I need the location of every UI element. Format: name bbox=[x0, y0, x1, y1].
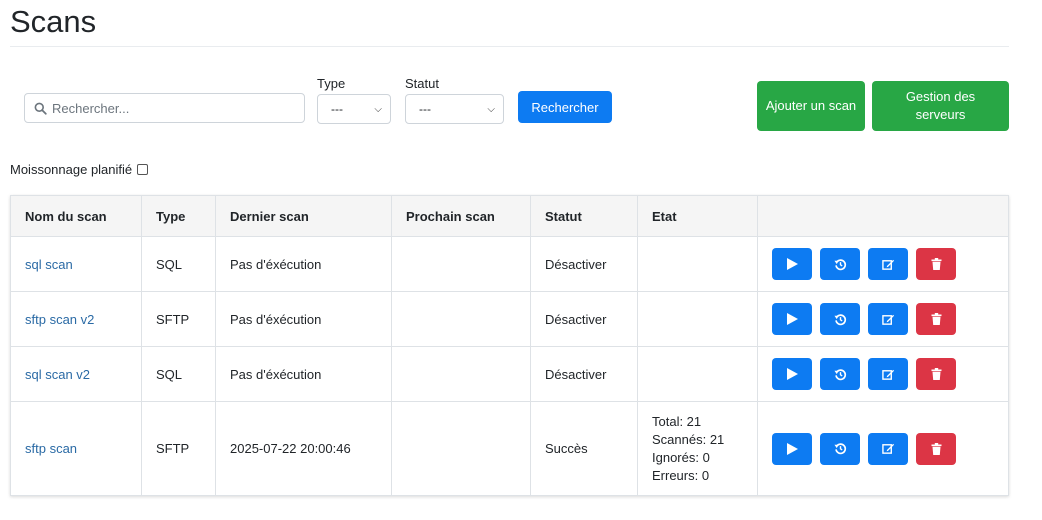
edit-icon bbox=[881, 369, 894, 380]
scan-next-run bbox=[391, 346, 531, 402]
scan-name-link[interactable]: sftp scan bbox=[25, 441, 77, 456]
scan-state bbox=[637, 346, 758, 402]
scan-type: SQL bbox=[141, 346, 216, 402]
status-filter-label: Statut bbox=[405, 76, 439, 91]
status-filter-value: --- bbox=[419, 102, 431, 116]
search-button[interactable]: Rechercher bbox=[518, 91, 612, 123]
scan-state bbox=[637, 236, 758, 292]
planned-harvest-toggle: Moissonnage planifié bbox=[10, 162, 149, 177]
table-row: sftp scan SFTP 2025-07-22 20:00:46 Succè… bbox=[10, 401, 1009, 496]
header-name: Nom du scan bbox=[10, 195, 142, 237]
history-icon bbox=[833, 258, 846, 270]
scan-next-run bbox=[391, 236, 531, 292]
header-actions bbox=[757, 195, 1009, 237]
type-filter-select[interactable]: --- ⌵ bbox=[317, 94, 391, 124]
state-ignored: Ignorés: 0 bbox=[652, 449, 710, 465]
title-divider bbox=[10, 46, 1009, 47]
play-icon bbox=[786, 442, 798, 455]
header-status: Statut bbox=[530, 195, 638, 237]
play-icon bbox=[786, 258, 798, 270]
delete-scan-button[interactable] bbox=[916, 248, 956, 280]
run-scan-button[interactable] bbox=[772, 303, 812, 335]
state-errors: Erreurs: 0 bbox=[652, 467, 710, 483]
scans-table: Nom du scan Type Dernier scan Prochain s… bbox=[10, 195, 1009, 496]
history-icon bbox=[833, 313, 846, 325]
state-total: Total: 21 bbox=[652, 413, 702, 429]
run-scan-button[interactable] bbox=[772, 358, 812, 390]
edit-scan-button[interactable] bbox=[868, 432, 908, 465]
edit-icon bbox=[881, 259, 894, 270]
scan-status: Succès bbox=[530, 401, 638, 496]
type-filter-value: --- bbox=[331, 102, 343, 116]
planned-harvest-label: Moissonnage planifié bbox=[10, 162, 133, 177]
delete-scan-button[interactable] bbox=[916, 432, 956, 465]
play-icon bbox=[786, 368, 798, 380]
type-filter-label: Type bbox=[317, 76, 346, 91]
delete-scan-button[interactable] bbox=[916, 303, 956, 335]
history-icon bbox=[833, 443, 846, 455]
scan-status: Désactiver bbox=[530, 346, 638, 402]
table-row: sftp scan v2 SFTP Pas d'éxécution Désact… bbox=[10, 291, 1009, 347]
scan-name-link[interactable]: sql scan v2 bbox=[25, 367, 90, 382]
scan-status: Désactiver bbox=[530, 236, 638, 292]
table-row: sql scan SQL Pas d'éxécution Désactiver bbox=[10, 236, 1009, 292]
edit-scan-button[interactable] bbox=[868, 248, 908, 280]
trash-icon bbox=[931, 313, 941, 325]
edit-icon bbox=[881, 443, 894, 454]
table-row: sql scan v2 SQL Pas d'éxécution Désactiv… bbox=[10, 346, 1009, 402]
trash-icon bbox=[931, 442, 941, 455]
scan-name-link[interactable]: sql scan bbox=[25, 257, 73, 272]
scan-name-link[interactable]: sftp scan v2 bbox=[25, 312, 94, 327]
scan-last-run: Pas d'éxécution bbox=[215, 291, 392, 347]
planned-harvest-checkbox[interactable] bbox=[137, 164, 149, 175]
row-actions bbox=[757, 346, 1009, 402]
chevron-down-icon: ⌵ bbox=[487, 103, 495, 115]
scan-type: SFTP bbox=[141, 291, 216, 347]
history-icon bbox=[833, 368, 846, 380]
search-icon bbox=[34, 102, 47, 115]
run-scan-button[interactable] bbox=[772, 432, 812, 465]
scan-next-run bbox=[391, 291, 531, 347]
scan-last-run: Pas d'éxécution bbox=[215, 346, 392, 402]
run-scan-button[interactable] bbox=[772, 248, 812, 280]
scan-state: Total: 21 Scannés: 21 Ignorés: 0 Erreurs… bbox=[637, 401, 758, 496]
header-next-scan: Prochain scan bbox=[391, 195, 531, 237]
header-last-scan: Dernier scan bbox=[215, 195, 392, 237]
scan-type: SQL bbox=[141, 236, 216, 292]
scan-status: Désactiver bbox=[530, 291, 638, 347]
edit-scan-button[interactable] bbox=[868, 303, 908, 335]
scan-last-run: Pas d'éxécution bbox=[215, 236, 392, 292]
scan-state bbox=[637, 291, 758, 347]
manage-servers-button[interactable]: Gestion des serveurs bbox=[872, 81, 1009, 131]
play-icon bbox=[786, 313, 798, 325]
scan-history-button[interactable] bbox=[820, 248, 860, 280]
scan-history-button[interactable] bbox=[820, 303, 860, 335]
delete-scan-button[interactable] bbox=[916, 358, 956, 390]
chevron-down-icon: ⌵ bbox=[374, 103, 382, 115]
edit-scan-button[interactable] bbox=[868, 358, 908, 390]
scan-history-button[interactable] bbox=[820, 358, 860, 390]
scan-last-run: 2025-07-22 20:00:46 bbox=[215, 401, 392, 496]
table-header-row: Nom du scan Type Dernier scan Prochain s… bbox=[10, 195, 1009, 237]
state-scanned: Scannés: 21 bbox=[652, 431, 725, 447]
trash-icon bbox=[931, 368, 941, 380]
trash-icon bbox=[931, 258, 941, 270]
page-title: Scans bbox=[10, 4, 97, 39]
header-state: Etat bbox=[637, 195, 758, 237]
row-actions bbox=[757, 401, 1009, 496]
status-filter-select[interactable]: --- ⌵ bbox=[405, 94, 504, 124]
scan-history-button[interactable] bbox=[820, 432, 860, 465]
search-input-wrapper[interactable] bbox=[24, 93, 305, 123]
add-scan-button[interactable]: Ajouter un scan bbox=[757, 81, 865, 131]
scan-type: SFTP bbox=[141, 401, 216, 496]
edit-icon bbox=[881, 314, 894, 325]
scan-next-run bbox=[391, 401, 531, 496]
header-type: Type bbox=[141, 195, 216, 237]
row-actions bbox=[757, 291, 1009, 347]
row-actions bbox=[757, 236, 1009, 292]
search-input[interactable] bbox=[52, 100, 282, 116]
